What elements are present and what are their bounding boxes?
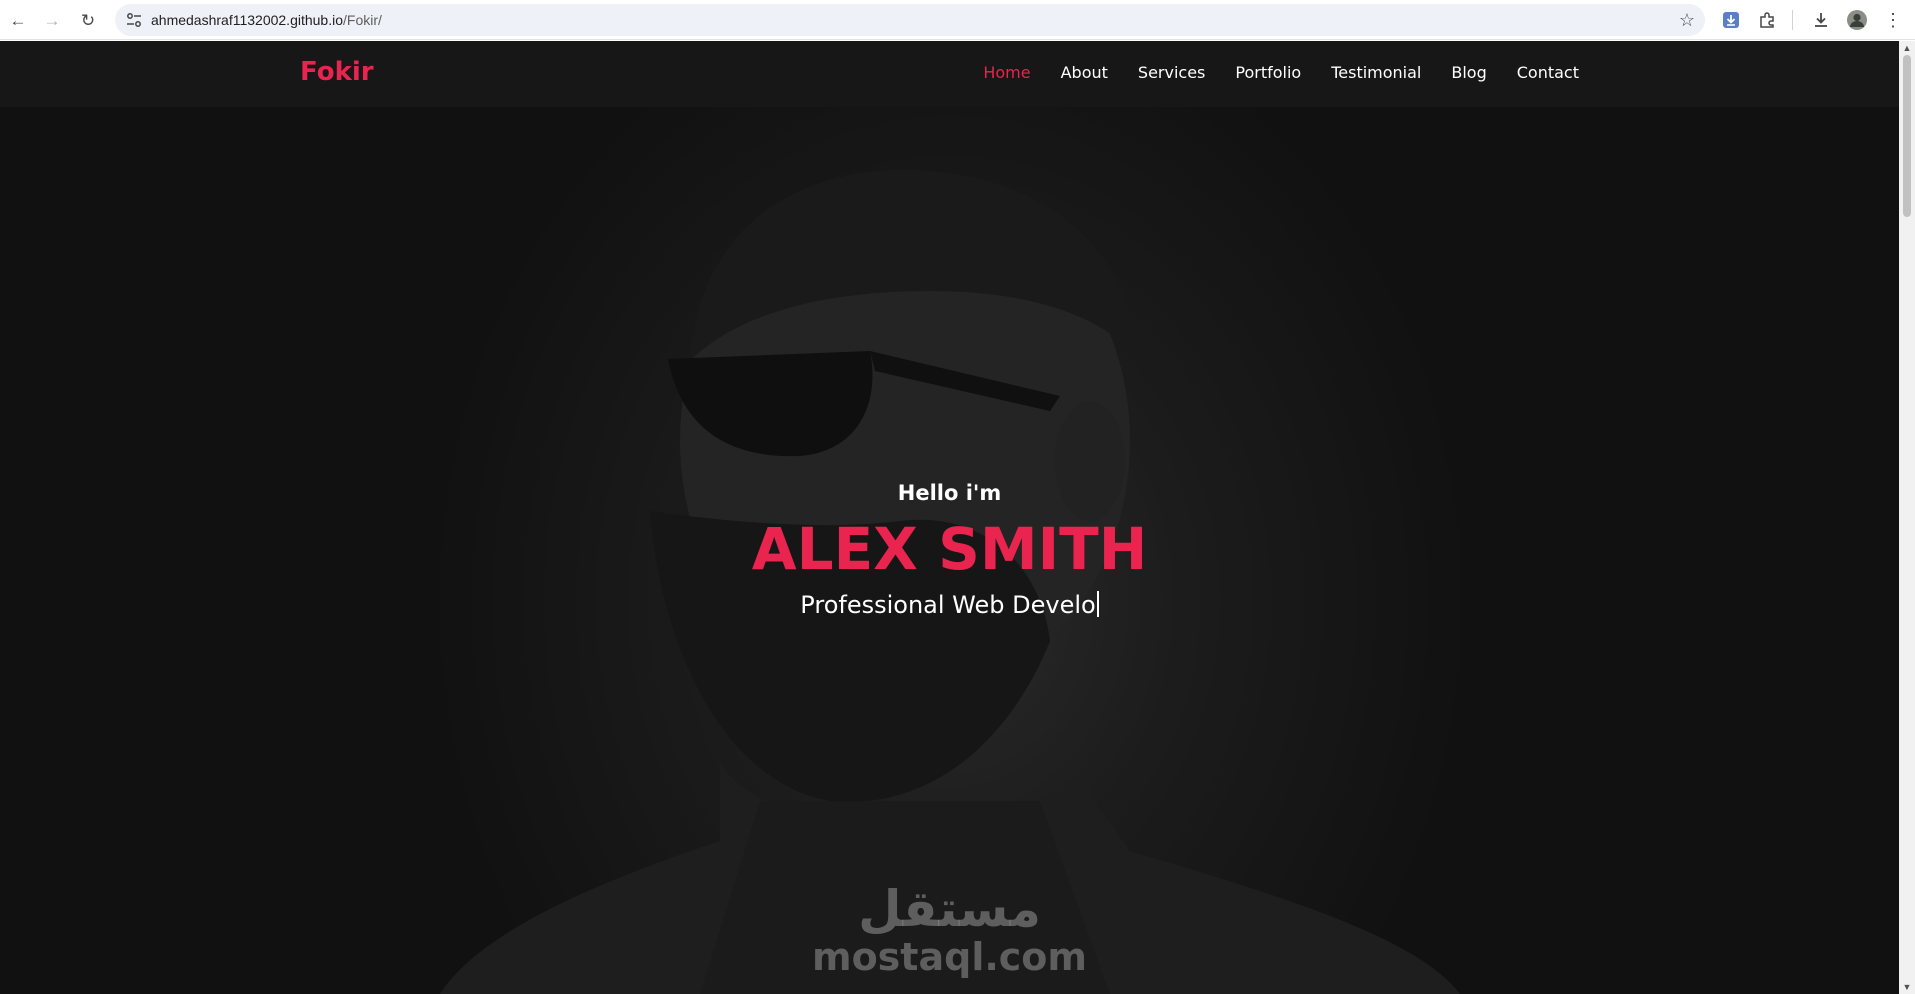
watermark-latin: mostaql.com [811,935,1088,979]
main-nav: Home About Services Portfolio Testimonia… [983,63,1579,82]
downloads-icon[interactable] [1808,7,1834,33]
page-viewport: Fokir Home About Services Portfolio Test… [0,41,1899,994]
toolbar-divider [1792,10,1793,30]
extensions-icon[interactable] [1754,7,1780,33]
nav-link-blog[interactable]: Blog [1451,63,1486,82]
address-bar[interactable]: ahmedashraf1132002.github.io/Fokir/ ☆ [115,4,1705,36]
scroll-down-arrow-icon[interactable]: ▼ [1902,982,1912,992]
browser-toolbar: ← → ↻ ahmedashraf1132002.github.io/Fokir… [0,0,1915,40]
forward-icon[interactable]: → [40,8,64,32]
nav-link-portfolio[interactable]: Portfolio [1235,63,1301,82]
nav-link-contact[interactable]: Contact [1517,63,1579,82]
page-scrollbar[interactable]: ▲ ▼ [1899,41,1915,994]
watermark: مستقل mostaql.com [0,881,1899,977]
nav-link-home[interactable]: Home [983,63,1030,82]
hero-content: Hello i'm ALEX SMITH Professional Web De… [0,481,1899,619]
url-text[interactable]: ahmedashraf1132002.github.io/Fokir/ [151,12,382,28]
site-info-icon[interactable] [125,11,143,29]
nav-link-testimonial[interactable]: Testimonial [1331,63,1421,82]
scrollbar-thumb[interactable] [1903,55,1911,217]
site-header: Fokir Home About Services Portfolio Test… [0,41,1899,107]
scroll-up-arrow-icon[interactable]: ▲ [1902,43,1912,53]
hero-name: ALEX SMITH [751,515,1148,583]
url-path: /Fokir/ [343,12,382,28]
watermark-arabic: مستقل [858,880,1041,938]
hero-role-text: Professional Web Develo [800,591,1096,619]
reload-icon[interactable]: ↻ [76,8,100,32]
bookmark-star-icon[interactable]: ☆ [1679,9,1695,31]
profile-avatar-icon[interactable] [1844,7,1870,33]
hero-role-line: Professional Web Develo [0,591,1899,619]
browser-menu-icon[interactable]: ⋮ [1880,7,1906,33]
site-logo[interactable]: Fokir [300,57,374,87]
back-icon[interactable]: ← [6,8,30,32]
install-app-icon[interactable] [1718,7,1744,33]
url-host: ahmedashraf1132002.github.io [151,12,344,28]
typing-caret [1096,591,1099,617]
hero-greeting: Hello i'm [897,481,1002,505]
nav-link-about[interactable]: About [1061,63,1108,82]
nav-link-services[interactable]: Services [1138,63,1205,82]
